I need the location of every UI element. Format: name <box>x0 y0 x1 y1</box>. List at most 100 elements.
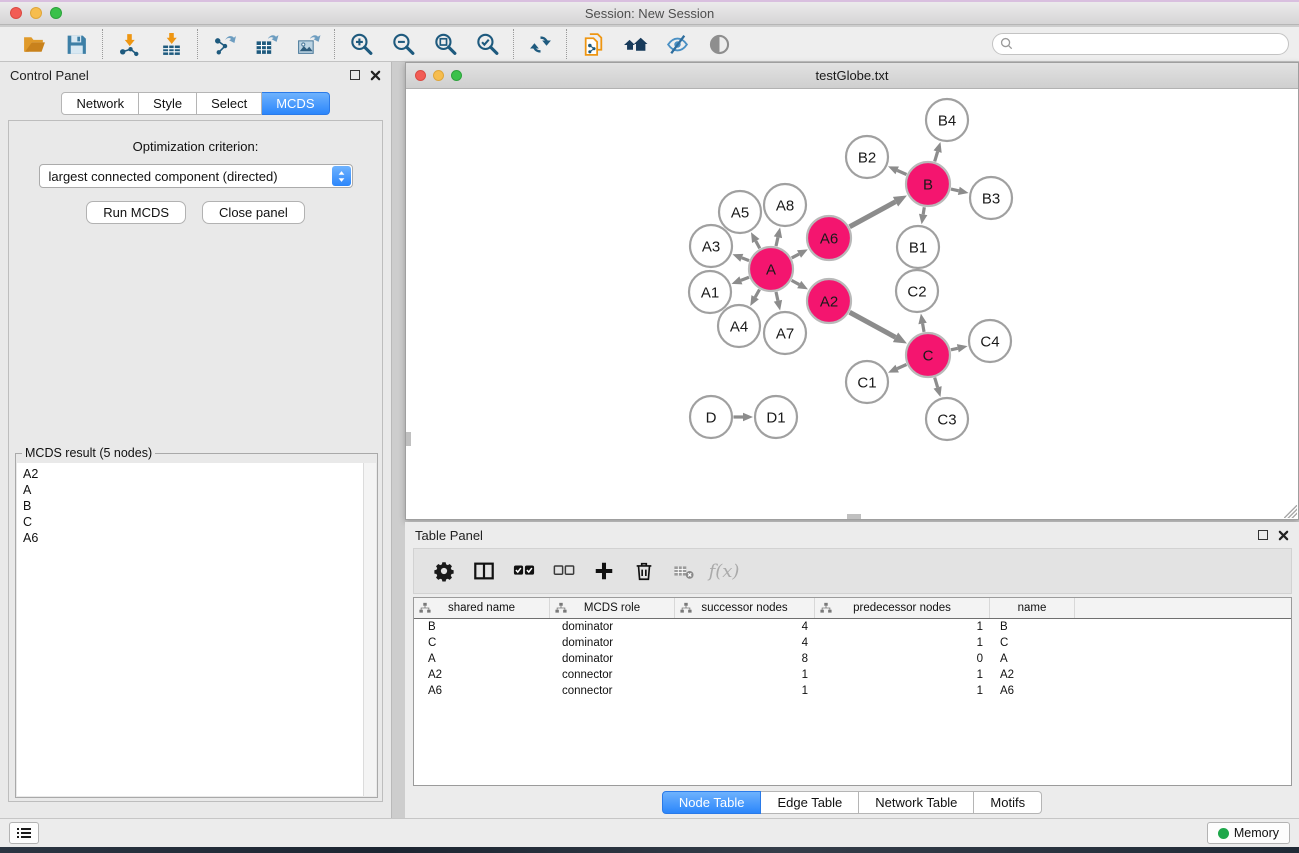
table-row[interactable]: Cdominator41C <box>414 635 1291 651</box>
hide-selected-icon[interactable] <box>663 30 691 58</box>
edge-B-B1[interactable] <box>923 207 924 214</box>
table-cell[interactable]: 1 <box>675 667 815 683</box>
tab-motifs[interactable]: Motifs <box>974 791 1042 814</box>
close-panel-button[interactable]: Close panel <box>202 201 305 224</box>
zoom-out-icon[interactable] <box>389 30 417 58</box>
network-minimize-button[interactable] <box>433 70 444 81</box>
table-cell[interactable]: connector <box>550 683 675 699</box>
tab-mcds[interactable]: MCDS <box>262 92 329 115</box>
close-window-button[interactable] <box>10 7 22 19</box>
column-header-name[interactable]: name <box>990 598 1075 618</box>
table-row[interactable]: A6connector11A6 <box>414 683 1291 699</box>
graph-node-A8[interactable]: A8 <box>764 184 806 226</box>
network-graph[interactable]: B4B2BB3B1A5A8A6A3AA1A4A7A2C2CC4C1C3DD1 <box>406 89 1298 519</box>
graph-node-C1[interactable]: C1 <box>846 361 888 403</box>
edge-B-B4[interactable] <box>935 152 938 162</box>
tab-edge-table[interactable]: Edge Table <box>761 791 859 814</box>
table-cell[interactable]: 1 <box>815 619 990 635</box>
deselect-all-rows-icon[interactable] <box>546 555 582 587</box>
edge-A-A4[interactable] <box>755 289 759 297</box>
graph-node-C2[interactable]: C2 <box>896 270 938 312</box>
graph-node-A2[interactable]: A2 <box>807 279 851 323</box>
tab-network-table[interactable]: Network Table <box>859 791 974 814</box>
table-cell[interactable]: A2 <box>990 667 1075 683</box>
column-header-successor-nodes[interactable]: successor nodes <box>675 598 815 618</box>
task-history-button[interactable] <box>9 822 39 844</box>
edge-A-A1[interactable] <box>741 277 749 280</box>
mcds-result-item[interactable]: B <box>17 498 376 514</box>
open-file-icon[interactable] <box>20 30 48 58</box>
graph-node-C4[interactable]: C4 <box>969 320 1011 362</box>
tab-node-table[interactable]: Node Table <box>662 791 762 814</box>
table-row[interactable]: A2connector11A2 <box>414 667 1291 683</box>
graph-node-C3[interactable]: C3 <box>926 398 968 440</box>
toggle-panel-split-icon[interactable] <box>466 555 502 587</box>
table-cell[interactable]: 1 <box>675 683 815 699</box>
run-mcds-button[interactable]: Run MCDS <box>86 201 186 224</box>
window-resize-grip[interactable] <box>1284 505 1297 518</box>
export-network-icon[interactable] <box>210 30 238 58</box>
float-table-panel-icon[interactable] <box>1258 530 1268 540</box>
graph-node-B1[interactable]: B1 <box>897 226 939 268</box>
add-column-icon[interactable] <box>586 555 622 587</box>
edge-B-B3[interactable] <box>951 189 959 191</box>
table-cell[interactable]: 1 <box>815 635 990 651</box>
graph-node-A5[interactable]: A5 <box>719 191 761 233</box>
table-row[interactable]: Adominator80A <box>414 651 1291 667</box>
minimize-window-button[interactable] <box>30 7 42 19</box>
table-cell[interactable]: dominator <box>550 635 675 651</box>
graph-node-A1[interactable]: A1 <box>689 271 731 313</box>
table-cell[interactable]: connector <box>550 667 675 683</box>
table-cell[interactable]: dominator <box>550 619 675 635</box>
edge-A2-C[interactable] <box>850 312 896 337</box>
table-cell[interactable]: C <box>414 635 550 651</box>
edge-C-C4[interactable] <box>951 348 958 350</box>
graph-node-A3[interactable]: A3 <box>690 225 732 267</box>
close-panel-icon[interactable] <box>370 70 381 81</box>
edge-C-C3[interactable] <box>935 378 938 388</box>
edge-C-C1[interactable] <box>897 365 906 369</box>
save-session-icon[interactable] <box>62 30 90 58</box>
table-cell[interactable]: B <box>414 619 550 635</box>
graph-node-D1[interactable]: D1 <box>755 396 797 438</box>
table-cell[interactable]: C <box>990 635 1075 651</box>
mcds-result-item[interactable]: A2 <box>17 466 376 482</box>
table-settings-icon[interactable] <box>426 555 462 587</box>
delete-column-icon[interactable] <box>626 555 662 587</box>
table-cell[interactable]: 4 <box>675 635 815 651</box>
export-image-icon[interactable] <box>294 30 322 58</box>
memory-button[interactable]: Memory <box>1207 822 1290 844</box>
table-cell[interactable]: 1 <box>815 683 990 699</box>
table-cell[interactable]: 8 <box>675 651 815 667</box>
search-input[interactable] <box>992 33 1289 55</box>
refresh-icon[interactable] <box>526 30 554 58</box>
column-header-MCDS-role[interactable]: MCDS role <box>550 598 675 618</box>
table-cell[interactable]: 4 <box>675 619 815 635</box>
tab-network[interactable]: Network <box>61 92 139 115</box>
network-canvas[interactable]: B4B2BB3B1A5A8A6A3AA1A4A7A2C2CC4C1C3DD1 <box>406 89 1298 519</box>
mcds-result-item[interactable]: A <box>17 482 376 498</box>
table-row[interactable]: Bdominator41B <box>414 619 1291 635</box>
result-list-scrollbar[interactable] <box>363 463 376 796</box>
graph-node-A7[interactable]: A7 <box>764 312 806 354</box>
edge-A-A6[interactable] <box>792 254 799 258</box>
graph-node-B2[interactable]: B2 <box>846 136 888 178</box>
import-network-icon[interactable] <box>115 30 143 58</box>
zoom-fit-icon[interactable] <box>431 30 459 58</box>
table-cell[interactable]: A <box>990 651 1075 667</box>
graph-node-B[interactable]: B <box>906 162 950 206</box>
graph-node-A[interactable]: A <box>749 247 793 291</box>
edge-A-A3[interactable] <box>742 258 749 261</box>
table-cell[interactable]: A <box>414 651 550 667</box>
table-cell[interactable]: dominator <box>550 651 675 667</box>
edge-C-C2[interactable] <box>923 324 924 332</box>
edge-B-B2[interactable] <box>897 170 906 174</box>
first-neighbors-icon[interactable] <box>621 30 649 58</box>
graph-node-D[interactable]: D <box>690 396 732 438</box>
mcds-result-item[interactable]: A6 <box>17 530 376 546</box>
table-cell[interactable]: 1 <box>815 667 990 683</box>
zoom-in-icon[interactable] <box>347 30 375 58</box>
edge-A-A5[interactable] <box>756 241 760 248</box>
table-cell[interactable]: 0 <box>815 651 990 667</box>
graph-node-A6[interactable]: A6 <box>807 216 851 260</box>
